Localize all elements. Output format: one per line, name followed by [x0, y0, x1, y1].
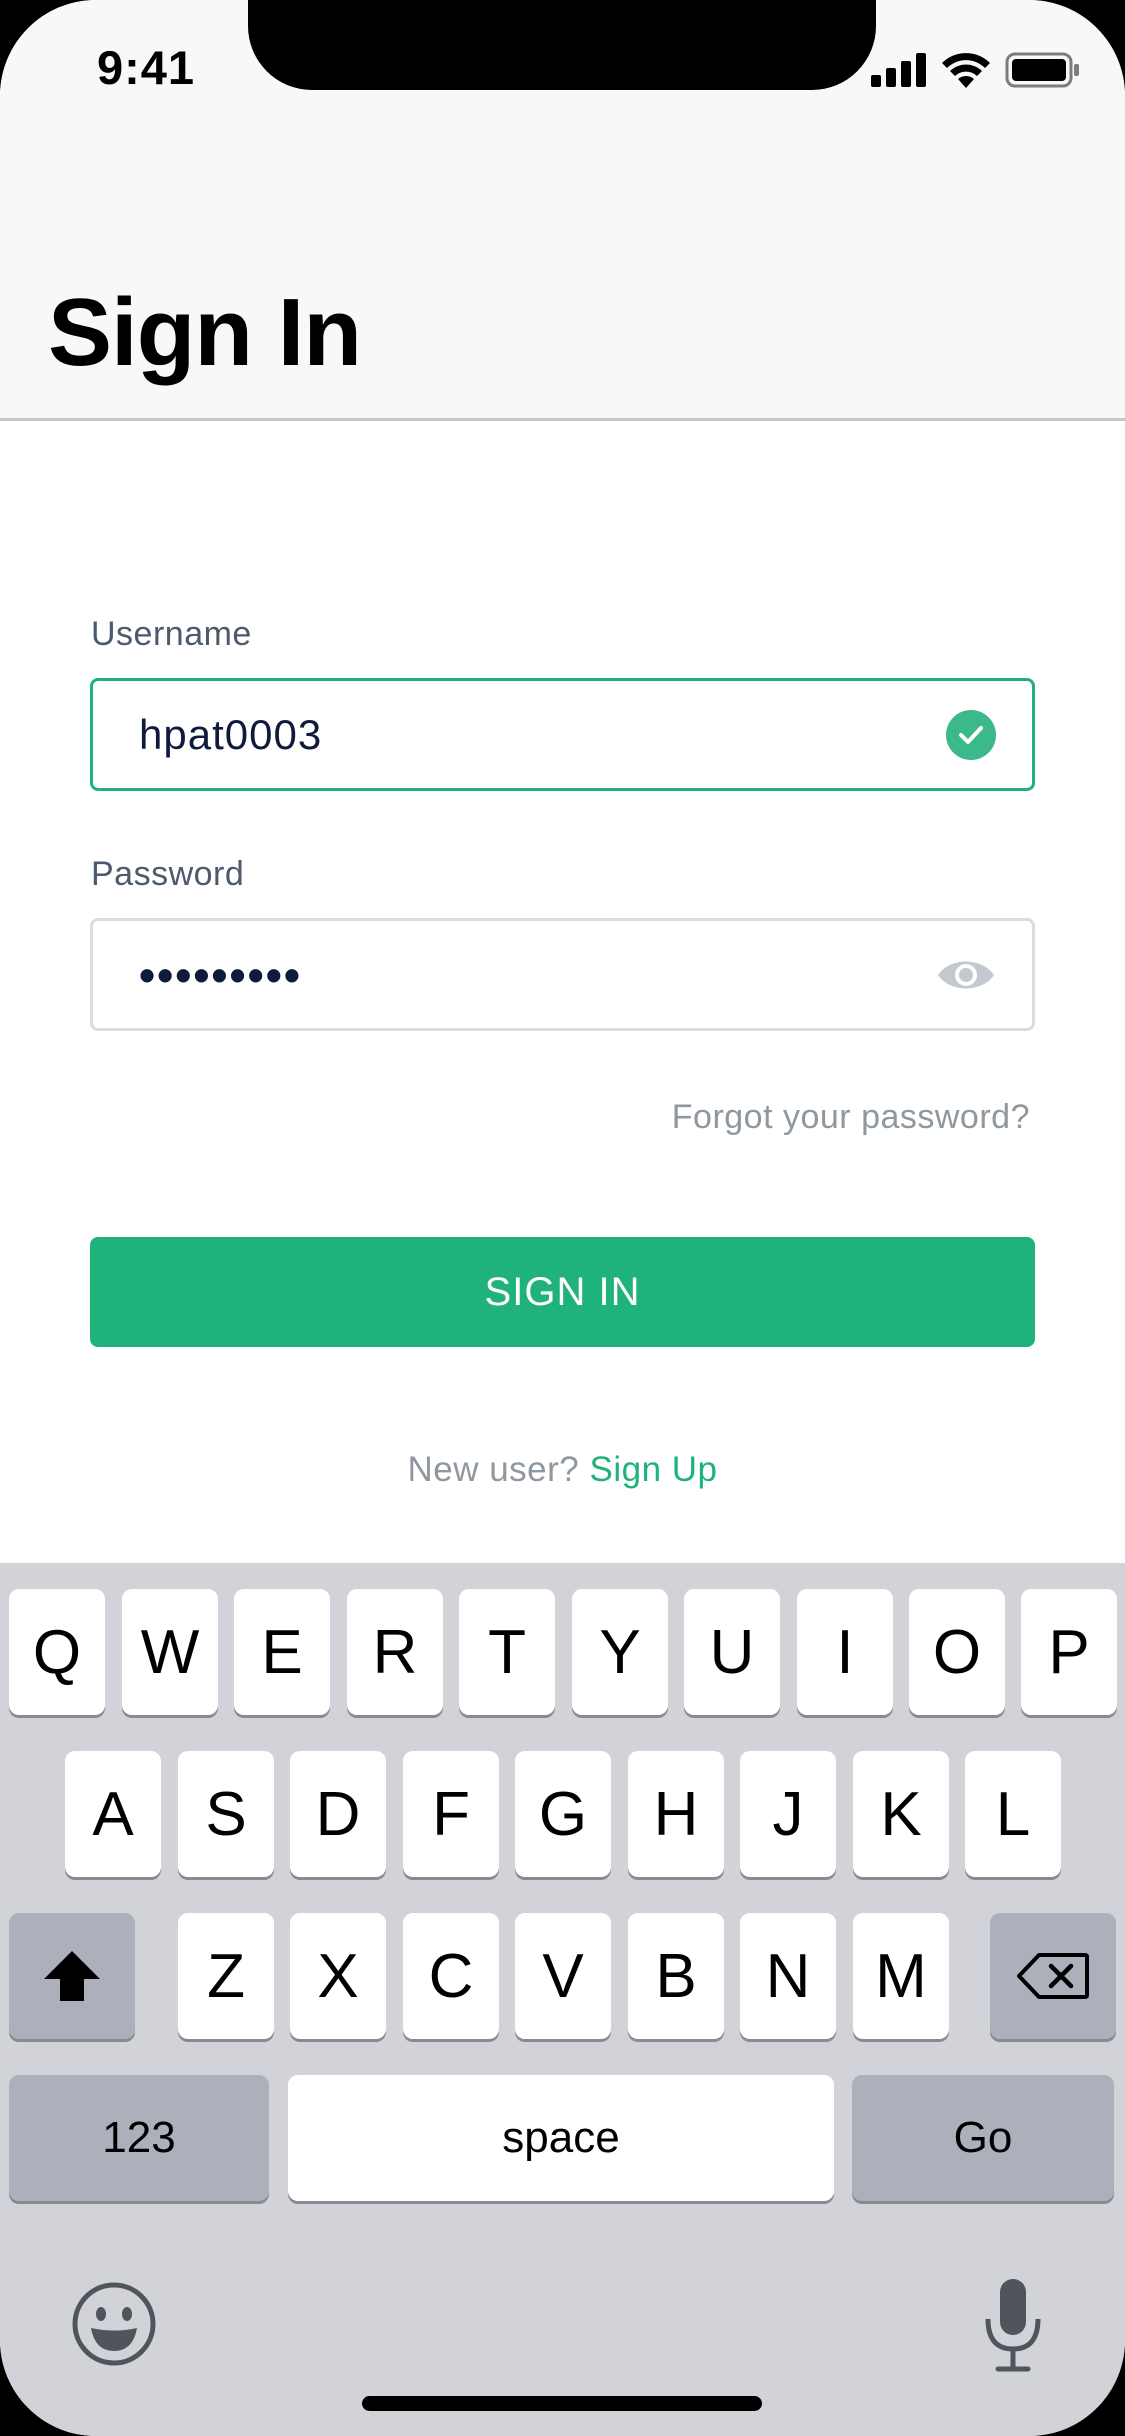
key-m[interactable]: M	[853, 1913, 949, 2039]
key-q[interactable]: Q	[9, 1589, 105, 1715]
key-y[interactable]: Y	[572, 1589, 668, 1715]
key-g[interactable]: G	[515, 1751, 611, 1877]
signal-icon	[871, 53, 926, 87]
key-x[interactable]: X	[290, 1913, 386, 2039]
go-key[interactable]: Go	[852, 2075, 1114, 2201]
password-field[interactable]: •••••••••	[90, 918, 1035, 1031]
signup-prompt: New user?	[407, 1450, 580, 1489]
username-label: Username	[91, 615, 252, 653]
key-v[interactable]: V	[515, 1913, 611, 2039]
page-title: Sign In	[48, 279, 362, 386]
key-n[interactable]: N	[740, 1913, 836, 2039]
key-j[interactable]: J	[740, 1751, 836, 1877]
backspace-icon	[1017, 1953, 1089, 1999]
status-time: 9:41	[97, 41, 196, 94]
key-c[interactable]: C	[403, 1913, 499, 2039]
key-o[interactable]: O	[909, 1589, 1005, 1715]
key-h[interactable]: H	[628, 1751, 724, 1877]
key-s[interactable]: S	[178, 1751, 274, 1877]
battery-icon	[1005, 52, 1079, 88]
eye-icon[interactable]	[936, 955, 996, 995]
key-w[interactable]: W	[122, 1589, 218, 1715]
home-indicator[interactable]	[362, 2396, 762, 2411]
microphone-icon[interactable]	[978, 2277, 1048, 2373]
backspace-key[interactable]	[990, 1913, 1116, 2039]
key-e[interactable]: E	[234, 1589, 330, 1715]
phone-screen: 9:41 Sign In Username hpat0003 Password …	[0, 0, 1125, 2436]
key-l[interactable]: L	[965, 1751, 1061, 1877]
sign-in-button[interactable]: SIGN IN	[90, 1237, 1035, 1347]
key-d[interactable]: D	[290, 1751, 386, 1877]
navigation-header: 9:41 Sign In	[0, 0, 1125, 421]
sign-up-link[interactable]: Sign Up	[590, 1450, 718, 1489]
forgot-password-link[interactable]: Forgot your password?	[672, 1098, 1030, 1137]
password-value: •••••••••	[139, 948, 302, 1001]
status-icons	[871, 50, 1081, 90]
key-z[interactable]: Z	[178, 1913, 274, 2039]
key-i[interactable]: I	[797, 1589, 893, 1715]
username-value: hpat0003	[139, 710, 323, 758]
check-icon	[946, 709, 996, 760]
key-p[interactable]: P	[1021, 1589, 1117, 1715]
wifi-icon	[942, 53, 990, 88]
key-t[interactable]: T	[459, 1589, 555, 1715]
signup-row: New user? Sign Up	[0, 1450, 1125, 1490]
key-a[interactable]: A	[65, 1751, 161, 1877]
emoji-icon[interactable]	[71, 2281, 157, 2367]
shift-key[interactable]	[9, 1913, 135, 2039]
keyboard: Q W E R T Y U I O P A S D F G H J K L Z …	[0, 1563, 1125, 2436]
password-label: Password	[91, 855, 245, 893]
key-k[interactable]: K	[853, 1751, 949, 1877]
key-f[interactable]: F	[403, 1751, 499, 1877]
key-u[interactable]: U	[684, 1589, 780, 1715]
shift-icon	[44, 1951, 100, 2001]
notch	[248, 0, 876, 90]
numbers-key[interactable]: 123	[9, 2075, 269, 2201]
key-b[interactable]: B	[628, 1913, 724, 2039]
key-r[interactable]: R	[347, 1589, 443, 1715]
space-key[interactable]: space	[288, 2075, 834, 2201]
username-field[interactable]: hpat0003	[90, 678, 1035, 791]
